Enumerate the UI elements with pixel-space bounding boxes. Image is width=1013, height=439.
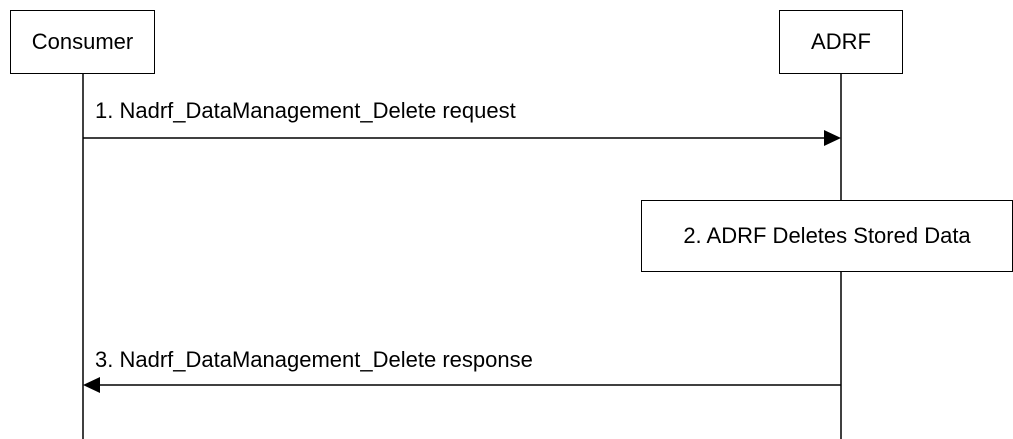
sequence-diagram: Consumer ADRF 1. Nadrf_DataManagement_De…	[0, 0, 1013, 439]
step1-request-label: 1. Nadrf_DataManagement_Delete request	[95, 98, 516, 123]
step2-label: 2. ADRF Deletes Stored Data	[683, 223, 971, 248]
request-arrowhead	[824, 130, 841, 146]
adrf-label: ADRF	[811, 29, 871, 54]
step3-response-label: 3. Nadrf_DataManagement_Delete response	[95, 347, 533, 372]
adrf-participant-box: ADRF	[779, 10, 903, 74]
step2-process-box: 2. ADRF Deletes Stored Data	[641, 200, 1013, 272]
consumer-label: Consumer	[31, 29, 134, 54]
consumer-participant-box: Consumer	[10, 10, 155, 74]
response-arrowhead	[83, 377, 100, 393]
